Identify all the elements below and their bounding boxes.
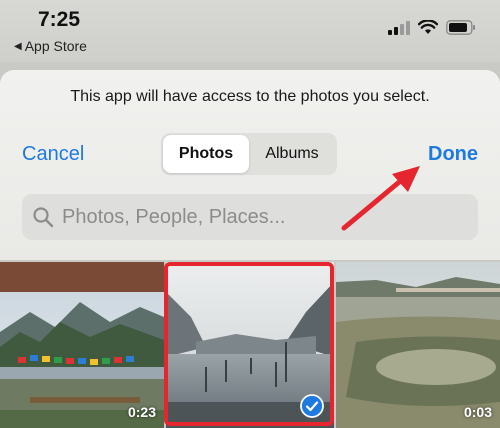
search-icon xyxy=(33,207,54,228)
tab-photos[interactable]: Photos xyxy=(163,135,249,173)
system-icons xyxy=(388,20,476,35)
video-duration: 0:23 xyxy=(127,404,156,420)
cancel-button[interactable]: Cancel xyxy=(22,143,84,166)
wifi-icon xyxy=(418,20,438,34)
done-button[interactable]: Done xyxy=(428,143,478,166)
search-bar[interactable] xyxy=(22,194,478,240)
status-time: 7:25 xyxy=(38,8,81,31)
video-duration: 0:03 xyxy=(463,404,492,420)
search-input[interactable] xyxy=(60,204,464,230)
photo-grid: 0:23 0:03 xyxy=(0,262,500,428)
status-bar: 7:25 ◀ App Store xyxy=(0,0,500,62)
tab-albums[interactable]: Albums xyxy=(249,135,335,173)
photo-thumbnail[interactable] xyxy=(166,262,334,428)
back-triangle-icon: ◀ xyxy=(14,40,22,52)
source-segmented-control: Photos Albums xyxy=(161,133,337,175)
selected-checkmark-icon xyxy=(300,394,324,418)
photo-thumbnail[interactable]: 0:03 xyxy=(336,262,500,428)
battery-icon xyxy=(446,20,475,35)
back-app-label: App Store xyxy=(24,38,87,54)
back-to-app-link[interactable]: ◀ App Store xyxy=(14,38,87,54)
access-message: This app will have access to the photos … xyxy=(70,88,430,105)
photo-thumbnail[interactable]: 0:23 xyxy=(0,262,164,428)
cellular-signal-icon xyxy=(388,20,410,35)
